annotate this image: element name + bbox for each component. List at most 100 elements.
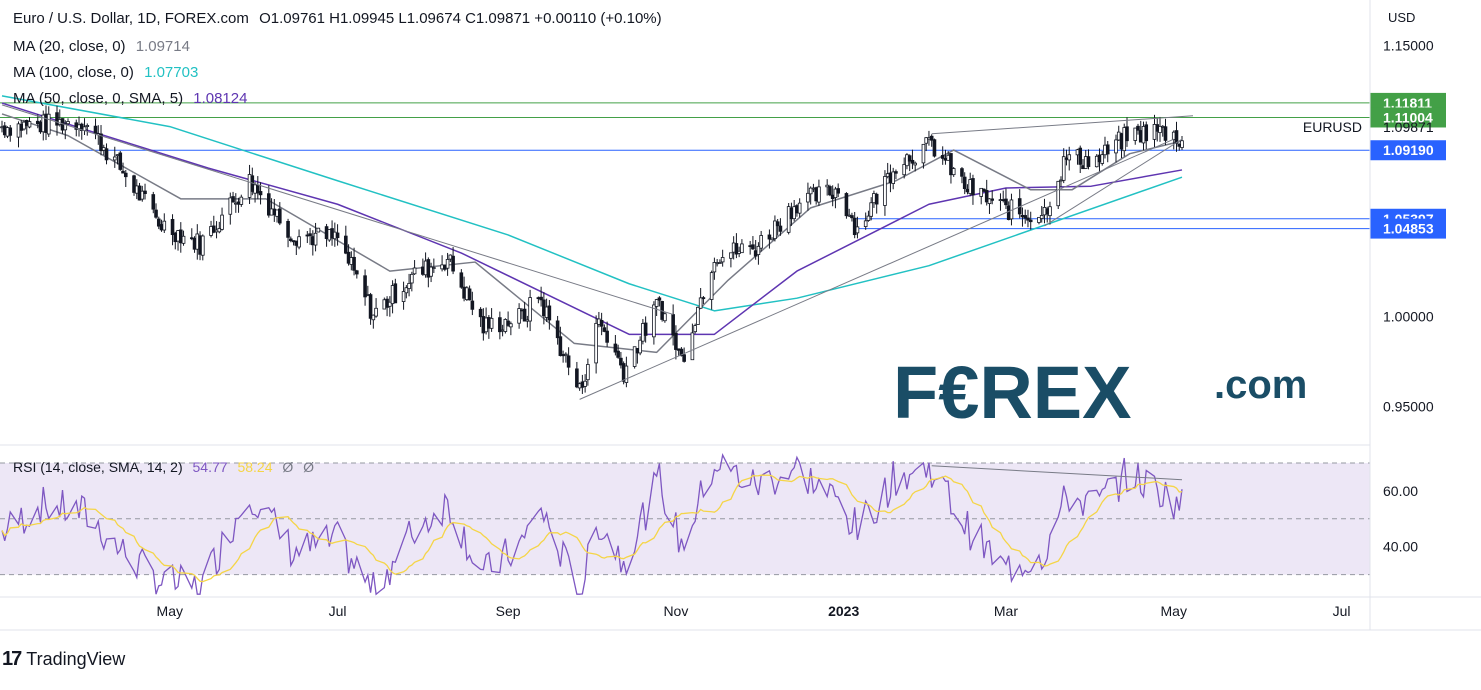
candle-body <box>720 257 725 263</box>
ma20-value: 1.09714 <box>135 38 190 55</box>
candle-body <box>932 139 937 157</box>
time-tick: May <box>157 603 183 619</box>
candle-body <box>509 323 513 328</box>
candle-body <box>921 143 926 164</box>
candle-body <box>1061 156 1066 181</box>
price-tick: 0.95000 <box>1383 399 1434 415</box>
candle-body <box>316 227 321 233</box>
time-tick: Nov <box>663 603 688 619</box>
candle-body <box>564 353 568 356</box>
candle-body <box>698 297 703 309</box>
candle-body <box>775 221 780 227</box>
candle-body <box>118 152 123 170</box>
ma20-label: MA (20, close, 0) <box>13 38 126 55</box>
forex-watermark: F€REX .com <box>893 351 1307 434</box>
candle-body <box>682 354 686 362</box>
candle-body <box>8 127 13 136</box>
candle-body <box>258 191 263 196</box>
candle-body <box>162 220 167 231</box>
candle-body <box>528 297 532 322</box>
candle-body <box>231 196 235 203</box>
candle-body <box>547 305 552 321</box>
candle-body <box>971 178 975 196</box>
candle-body <box>566 355 571 368</box>
candle-body <box>363 275 367 298</box>
candle-body <box>586 364 590 381</box>
candle-body <box>1125 126 1129 142</box>
legend-ma20[interactable]: MA (20, close, 0) 1.09714 <box>13 38 190 55</box>
candle-body <box>817 186 821 203</box>
candle-body <box>583 380 587 387</box>
candle-body <box>883 176 887 206</box>
candle-body <box>1004 198 1008 206</box>
time-tick: Mar <box>994 603 1018 619</box>
rsi-panel: 60.00 40.00 <box>0 453 1418 596</box>
legend-rsi[interactable]: RSI (14, close, SMA, 14, 2) 54.77 58.24 … <box>13 459 314 475</box>
tradingview-logo[interactable]: 17 TradingView <box>2 648 125 671</box>
time-tick: Jul <box>1333 603 1351 619</box>
candle-body <box>151 194 156 210</box>
ma50-value: 1.08124 <box>193 90 248 107</box>
candle-body <box>778 225 783 232</box>
candle-body <box>27 121 32 128</box>
candle-body <box>344 235 348 254</box>
candle-body <box>451 255 455 272</box>
candle-body <box>740 243 744 254</box>
price-tick: 1.00000 <box>1383 308 1434 324</box>
ohlc-values: O1.09761 H1.09945 L1.09674 C1.09871 +0.0… <box>259 10 662 27</box>
candle-body <box>104 148 109 161</box>
candle-body <box>154 209 158 218</box>
candle-body <box>374 307 378 317</box>
candle-body <box>806 192 810 203</box>
candle-body <box>663 313 667 322</box>
rsi-tick: 60.00 <box>1383 483 1418 499</box>
candle-body <box>93 125 98 134</box>
candle-body <box>1105 144 1110 155</box>
candle-body <box>220 214 224 230</box>
candle-body <box>962 176 967 190</box>
candle-body <box>539 296 543 301</box>
candle-body <box>143 190 147 195</box>
candle-body <box>696 306 700 325</box>
candle-body <box>355 270 359 275</box>
candle-body <box>470 300 475 310</box>
candle-body <box>850 215 854 219</box>
price-axis: USD1.150001.000000.950001.118111.11004EU… <box>1303 10 1446 415</box>
candle-body <box>1028 219 1033 223</box>
moving-averages <box>1 95 1183 354</box>
candle-body <box>393 283 398 304</box>
candle-body <box>297 236 301 248</box>
candle-body <box>112 156 117 161</box>
candle-body <box>894 171 898 174</box>
candle-body <box>709 272 714 300</box>
candle-body <box>759 235 763 249</box>
candle-body <box>671 314 675 336</box>
candle-body <box>432 267 436 269</box>
candle-body <box>693 325 697 333</box>
candle-body <box>913 162 917 166</box>
candle-body <box>690 332 695 361</box>
candle-body <box>594 322 598 364</box>
candle-body <box>701 297 706 300</box>
price-tick: 1.15000 <box>1383 37 1434 53</box>
time-tick: 2023 <box>828 603 859 619</box>
trend-line <box>1 104 674 315</box>
candle-body <box>1067 154 1072 161</box>
candle-body <box>940 155 945 159</box>
legend-ma100[interactable]: MA (100, close, 0) 1.07703 <box>13 64 198 81</box>
time-tick: Sep <box>496 603 521 619</box>
candle-body <box>1180 140 1184 148</box>
candle-body <box>844 193 849 217</box>
candle-body <box>200 235 205 256</box>
forex-watermark-main: F€REX <box>893 351 1132 434</box>
chart-header: Euro / U.S. Dollar, 1D, FOREX.com O1.097… <box>13 10 662 27</box>
legend-ma50[interactable]: MA (50, close, 0, SMA, 5) 1.08124 <box>13 90 247 107</box>
candle-body <box>278 208 282 224</box>
candle-body <box>599 320 604 327</box>
rsi-extra-1: Ø <box>282 459 294 475</box>
candle-body <box>674 332 678 350</box>
symbol-label: EURUSD <box>1303 119 1362 135</box>
candle-body <box>85 125 90 127</box>
trend-line <box>1044 138 1183 227</box>
candle-body <box>866 215 871 221</box>
